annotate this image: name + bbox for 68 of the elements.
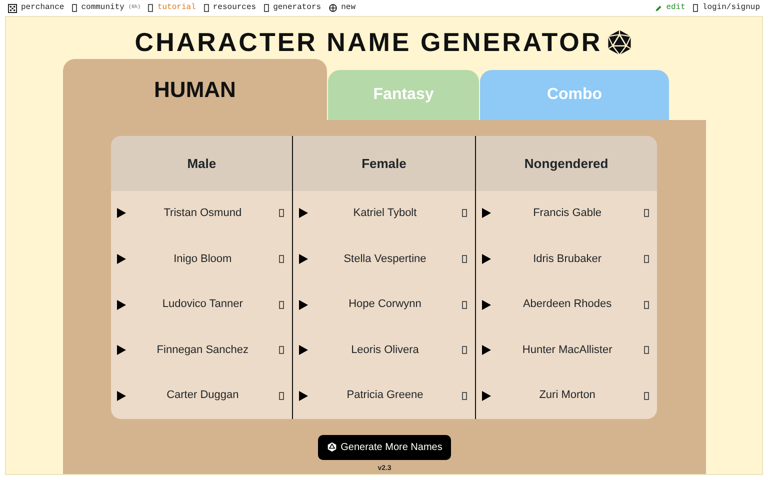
play-icon[interactable] xyxy=(117,345,126,356)
nav-link[interactable]: generators xyxy=(273,2,322,14)
column-heading: Male xyxy=(187,154,216,172)
play-icon[interactable] xyxy=(482,208,491,218)
glyph-icon xyxy=(204,4,209,12)
name-text: Katriel Tybolt xyxy=(353,206,417,222)
play-icon[interactable] xyxy=(299,390,308,401)
play-icon[interactable] xyxy=(299,208,308,218)
play-icon[interactable] xyxy=(482,254,491,264)
play-icon[interactable] xyxy=(299,254,308,264)
name-text: Francis Gable xyxy=(533,206,602,222)
glyph-icon xyxy=(72,4,78,12)
glyph-icon[interactable] xyxy=(644,300,649,308)
category-tab[interactable]: HUMAN xyxy=(63,59,327,120)
name-text: Patricia Greene xyxy=(346,388,424,404)
glyph-icon xyxy=(693,4,698,12)
name-text: Tristan Osmund xyxy=(164,206,242,222)
glyph-icon[interactable] xyxy=(462,392,467,400)
name-text: Finnegan Sanchez xyxy=(156,342,249,358)
nav-link[interactable]: edit xyxy=(666,2,686,14)
play-icon[interactable] xyxy=(299,300,308,310)
dice-icon xyxy=(326,442,337,452)
page-title: CHARACTER NAME GENERATOR xyxy=(134,29,602,55)
play-icon[interactable] xyxy=(117,390,126,401)
glyph-icon xyxy=(148,4,154,12)
name-text: Hunter MacAllister xyxy=(522,342,612,358)
glyph-icon[interactable] xyxy=(644,209,649,218)
nav-link[interactable]: resources xyxy=(212,2,256,14)
plus-icon xyxy=(329,4,338,12)
glyph-icon[interactable] xyxy=(644,346,649,354)
glyph-icon[interactable] xyxy=(462,346,467,354)
glyph-icon[interactable] xyxy=(279,392,284,400)
glyph-icon[interactable] xyxy=(462,300,467,308)
nav-link[interactable]: community xyxy=(81,2,124,14)
name-text: Carter Duggan xyxy=(166,388,239,404)
play-icon[interactable] xyxy=(117,208,126,218)
generate-button[interactable]: Generate More Names xyxy=(318,434,452,460)
glyph-icon[interactable] xyxy=(462,209,467,218)
name-text: Zuri Morton xyxy=(539,388,596,404)
name-text: Ludovico Tanner xyxy=(162,297,243,312)
glyph-icon[interactable] xyxy=(279,346,284,354)
name-text: Inigo Bloom xyxy=(174,252,232,267)
play-icon[interactable] xyxy=(117,254,126,264)
glyph-icon[interactable] xyxy=(644,392,649,400)
play-icon[interactable] xyxy=(482,300,491,310)
play-icon[interactable] xyxy=(482,390,491,401)
pencil-icon xyxy=(655,4,662,12)
glyph-icon[interactable] xyxy=(279,254,284,263)
glyph-icon[interactable] xyxy=(279,300,284,308)
play-icon[interactable] xyxy=(482,345,491,356)
nav-link[interactable]: new xyxy=(341,2,356,14)
name-text: Aberdeen Rhodes xyxy=(522,297,612,312)
glyph-icon[interactable] xyxy=(644,254,649,263)
column-heading: Female xyxy=(362,154,406,172)
dice-icon xyxy=(8,4,17,12)
dice-icon xyxy=(606,28,634,56)
column-heading: Nongendered xyxy=(524,154,608,173)
play-icon[interactable] xyxy=(299,345,308,356)
name-text: Hope Corwynn xyxy=(348,297,422,312)
name-text: Idris Brubaker xyxy=(533,252,602,267)
nav-link[interactable]: perchance xyxy=(21,2,64,14)
name-text: Leoris Olivera xyxy=(351,342,419,358)
glyph-icon xyxy=(264,4,270,12)
nav-link[interactable]: login/signup xyxy=(702,2,760,14)
glyph-icon[interactable] xyxy=(462,254,467,263)
name-text: Stella Vespertine xyxy=(344,252,426,267)
play-icon[interactable] xyxy=(117,300,126,310)
glyph-icon[interactable] xyxy=(279,209,284,218)
